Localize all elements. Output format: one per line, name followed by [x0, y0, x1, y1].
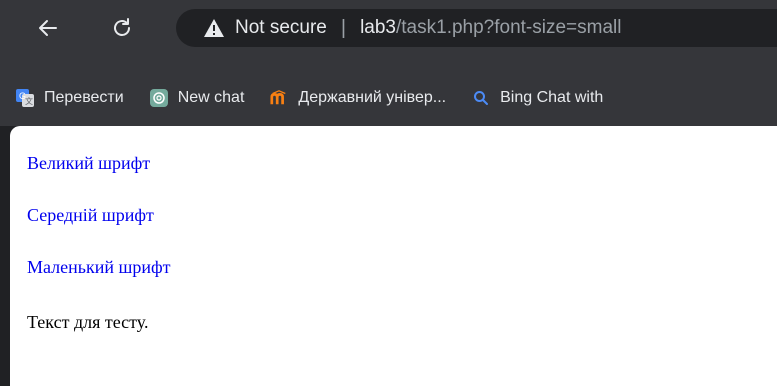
url-path: /task1.php?font-size=small: [396, 17, 622, 38]
chatgpt-icon: [149, 89, 168, 107]
bookmark-university[interactable]: Державний універ...: [262, 82, 454, 114]
reload-icon: [114, 18, 130, 36]
address-bar[interactable]: Not secure | lab3 /task1.php?font-size=s…: [176, 9, 777, 47]
bookmark-label: Державний універ...: [298, 89, 447, 106]
bookmark-bing-chat[interactable]: Bing Chat with: [464, 82, 611, 114]
bookmark-label: Bing Chat with: [500, 89, 604, 106]
search-icon: [472, 89, 490, 107]
moodle-icon: [270, 89, 288, 107]
reload-button[interactable]: [104, 10, 140, 46]
not-secure-label[interactable]: Not secure: [235, 17, 327, 39]
address-separator: |: [340, 16, 347, 39]
back-button[interactable]: [30, 10, 66, 46]
bookmark-label: Перевести: [44, 89, 124, 106]
bookmark-new-chat[interactable]: New chat: [142, 82, 253, 114]
bookmark-label: New chat: [177, 89, 245, 106]
bookmarks-bar: G 文 Перевести New chat Державний універ.…: [0, 70, 777, 126]
link-medium-font[interactable]: Середній шрифт: [27, 205, 154, 226]
bookmark-translate[interactable]: G 文 Перевести: [8, 82, 132, 114]
arrow-left-icon: [39, 20, 57, 36]
link-small-font[interactable]: Маленький шрифт: [27, 257, 171, 278]
url-host: lab3: [360, 17, 396, 38]
google-translate-icon: G 文: [16, 89, 34, 107]
warning-icon[interactable]: [203, 18, 225, 38]
test-text: Текст для тесту.: [27, 312, 149, 332]
link-large-font[interactable]: Великий шрифт: [27, 153, 150, 174]
svg-text:文: 文: [25, 96, 33, 106]
browser-toolbar: Not secure | lab3 /task1.php?font-size=s…: [0, 0, 777, 70]
